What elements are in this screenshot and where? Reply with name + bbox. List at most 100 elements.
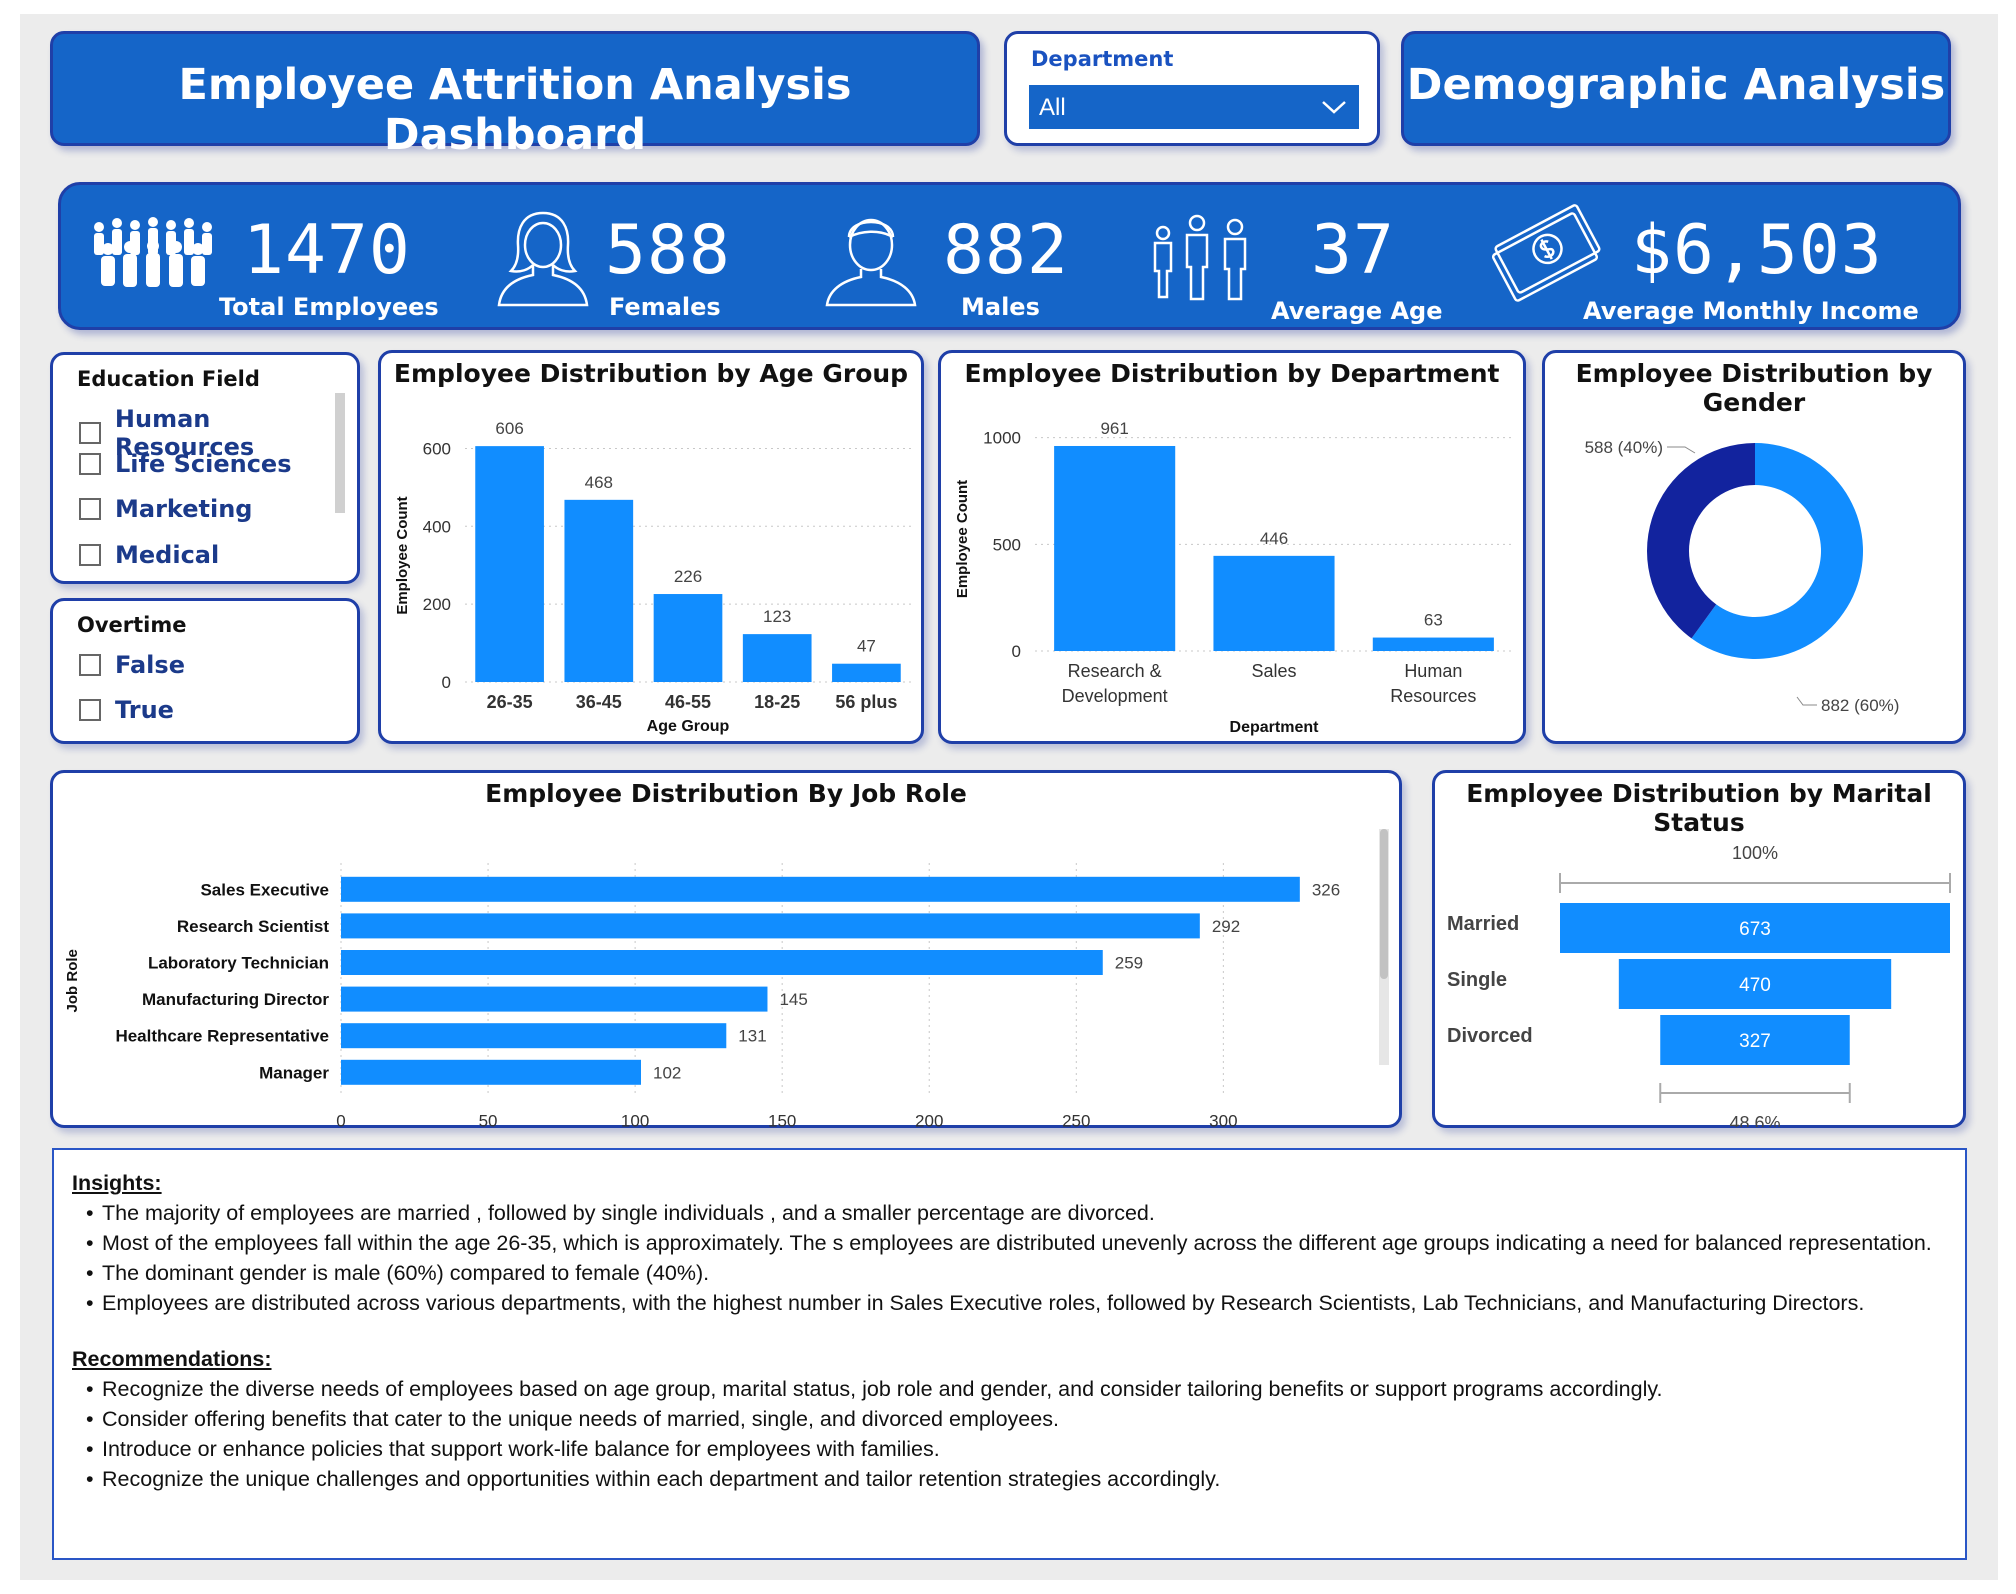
job-role-chart-panel: Employee Distribution By Job Role 0 50 100… xyxy=(50,770,1402,1128)
education-field-slicer: Education Field Human Resources Life Sci… xyxy=(50,352,360,584)
bar xyxy=(832,663,901,682)
x-tick-label: Human xyxy=(1404,661,1462,681)
y-tick-label: 1000 xyxy=(983,429,1021,448)
subtitle-box: Demographic Analysis xyxy=(1401,31,1951,146)
bar xyxy=(341,986,768,1012)
recommendation-item: Introduce or enhance policies that suppo… xyxy=(72,1434,1947,1464)
overtime-item-false[interactable]: False xyxy=(79,651,185,679)
y-tick-label: 500 xyxy=(993,535,1021,554)
age-chart-title: Employee Distribution by Age Group xyxy=(393,359,909,388)
people-group-icon xyxy=(94,217,212,287)
department-filter-label: Department xyxy=(1031,47,1174,71)
department-dropdown-value: All xyxy=(1039,94,1066,121)
data-label: 327 xyxy=(1739,1031,1771,1052)
data-label: 882 (60%) xyxy=(1821,696,1899,715)
total-employees-value: 1470 xyxy=(243,211,411,290)
bar xyxy=(475,446,544,682)
x-tick-label: 250 xyxy=(1062,1112,1090,1127)
job-role-chart-scrollbar[interactable] xyxy=(1379,829,1389,1065)
average-age-value: 37 xyxy=(1311,211,1395,290)
data-label: 606 xyxy=(495,419,523,438)
x-tick-label: 50 xyxy=(479,1112,498,1127)
data-label: 145 xyxy=(779,990,807,1009)
x-tick-label: 36-45 xyxy=(576,692,622,712)
x-tick-label: 26-35 xyxy=(487,692,533,712)
job-role-chart-title: Employee Distribution By Job Role xyxy=(485,779,967,808)
bar xyxy=(341,950,1103,975)
leader-line xyxy=(1667,446,1696,454)
chevron-down-icon xyxy=(1322,101,1346,114)
scrollbar-thumb[interactable] xyxy=(1380,829,1388,979)
y-tick-label: Healthcare Representative xyxy=(115,1027,329,1046)
y-tick-label: 0 xyxy=(1012,642,1021,661)
department-filter: Department All xyxy=(1004,31,1380,146)
x-tick-label: 56 plus xyxy=(835,692,897,712)
bar xyxy=(1054,445,1176,651)
marital-funnel-chart: 100% 673 Married 470 Single 327 Divorced 48.6% xyxy=(1447,843,1951,1127)
bar xyxy=(1213,555,1335,651)
y-axis-title: Employee Count xyxy=(394,496,411,614)
insights-heading: Insights: xyxy=(72,1171,162,1195)
y-tick-label: Laboratory Technician xyxy=(148,954,329,973)
checkbox[interactable] xyxy=(79,422,101,444)
overtime-slicer: Overtime False True xyxy=(50,598,360,744)
marital-status-chart-panel: Employee Distribution by Marital Status … xyxy=(1432,770,1966,1128)
checkbox[interactable] xyxy=(79,453,101,475)
age-group-chart-panel: Employee Distribution by Age Group 0 200 4… xyxy=(378,350,924,744)
gender-donut-chart: 882 (60%)588 (40%)GenderMaleFemale xyxy=(1585,438,1900,715)
data-label: 588 (40%) xyxy=(1585,438,1663,457)
y-tick-label: 200 xyxy=(423,595,451,614)
x-tick-label: Development xyxy=(1062,686,1168,706)
bar xyxy=(341,913,1200,939)
bar xyxy=(742,634,812,682)
checkbox[interactable] xyxy=(79,654,101,676)
funnel-top-label: 100% xyxy=(1732,843,1778,863)
y-axis-title: Job Role xyxy=(64,949,81,1012)
data-label: 102 xyxy=(653,1063,681,1082)
age-group-chart: 0 200 400 600 606 26-35 468 36-45 226 46-55 123 18-… xyxy=(394,419,911,735)
education-item-label: Medical xyxy=(115,541,220,569)
insight-item: The majority of employees are married , … xyxy=(72,1198,1947,1228)
males-value: 882 xyxy=(943,211,1069,290)
department-chart: 0 500 1000 961 Research & Development 446 Sales… xyxy=(954,419,1513,736)
overtime-item-true[interactable]: True xyxy=(79,696,174,724)
checkbox[interactable] xyxy=(79,699,101,721)
y-tick-label: Sales Executive xyxy=(200,880,329,899)
education-slicer-scrollbar[interactable] xyxy=(335,393,345,513)
x-axis-title: Department xyxy=(1230,719,1320,736)
data-label: 468 xyxy=(585,473,613,492)
overtime-item-label: True xyxy=(115,696,174,724)
females-label: Females xyxy=(609,293,721,321)
recommendation-item: Consider offering benefits that cater to… xyxy=(72,1404,1947,1434)
x-tick-label: 0 xyxy=(336,1112,345,1127)
data-label: 63 xyxy=(1424,611,1443,630)
insights-panel: Insights: The majority of employees are … xyxy=(52,1148,1967,1560)
education-item-life-sciences[interactable]: Life Sciences xyxy=(79,450,291,478)
total-employees-label: Total Employees xyxy=(219,293,439,321)
education-slicer-title: Education Field xyxy=(77,367,260,391)
bar xyxy=(653,594,723,682)
department-chart-panel: Employee Distribution by Department 0 500… xyxy=(938,350,1526,744)
department-dropdown[interactable]: All xyxy=(1029,85,1359,129)
category-label: Married xyxy=(1447,913,1519,935)
insight-item: The dominant gender is male (60%) compar… xyxy=(72,1258,1947,1288)
data-label: 673 xyxy=(1739,919,1771,940)
education-item-medical[interactable]: Medical xyxy=(79,541,219,569)
job-role-chart: 0 50 100 150 200 250 300 326 Sales Executive 292 R… xyxy=(64,863,1340,1127)
x-tick-label: 150 xyxy=(768,1112,796,1127)
data-label: 131 xyxy=(738,1027,766,1046)
recommendation-item: Recognize the unique challenges and oppo… xyxy=(72,1464,1947,1494)
dashboard-title-box: Employee Attrition Analysis Dashboard xyxy=(50,31,980,160)
x-tick-label: Resources xyxy=(1390,686,1476,706)
checkbox[interactable] xyxy=(79,544,101,566)
education-item-marketing[interactable]: Marketing xyxy=(79,495,252,523)
average-age-label: Average Age xyxy=(1271,297,1443,325)
y-axis-title: Employee Count xyxy=(954,480,971,598)
money-icon xyxy=(1491,204,1601,302)
x-tick-label: Sales xyxy=(1251,661,1296,681)
average-income-label: Average Monthly Income xyxy=(1583,297,1919,325)
checkbox[interactable] xyxy=(79,498,101,520)
x-tick-label: Research & xyxy=(1068,661,1162,681)
category-label: Single xyxy=(1447,969,1507,991)
